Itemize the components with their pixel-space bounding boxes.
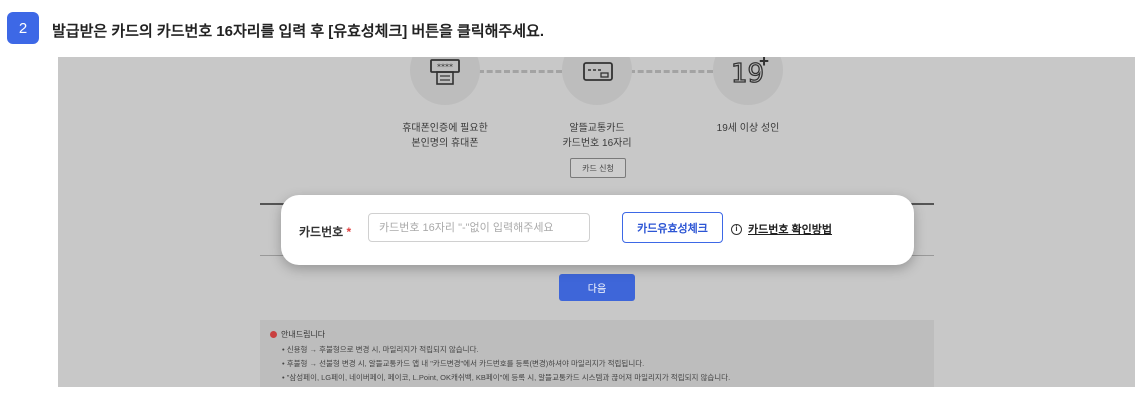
notice-box: 안내드립니다 • 신용형 → 후불형으로 변경 시, 마일리지가 적립되지 않습… — [260, 320, 934, 387]
phone-keypad-icon: **** — [410, 57, 480, 105]
svg-text:+: + — [759, 57, 769, 68]
notice-line: • 신용형 → 후불형으로 변경 시, 마일리지가 적립되지 않습니다. — [282, 345, 479, 354]
card-apply-button[interactable]: 카드 신청 — [570, 158, 626, 178]
notice-line: • 후불형 → 선불형 변경 시, 알뜰교통카드 앱 내 "카드변경"에서 카드… — [282, 359, 645, 368]
help-link-label: 카드번호 확인방법 — [748, 224, 833, 236]
credit-card-icon — [562, 57, 632, 105]
warning-icon — [270, 331, 277, 338]
next-button[interactable]: 다음 — [559, 274, 635, 301]
card-validity-check-button[interactable]: 카드유효성체크 — [622, 212, 723, 243]
requirement-card-caption: 알뜰교통카드 카드번호 16자리 — [562, 123, 632, 149]
card-number-help-link[interactable]: i 카드번호 확인방법 — [731, 221, 832, 237]
connector-dash — [478, 70, 562, 73]
card-number-form-highlight: 카드번호 * 카드유효성체크 i 카드번호 확인방법 — [281, 195, 914, 265]
connector-dash — [629, 70, 713, 73]
info-icon: i — [731, 223, 742, 235]
requirement-phone-caption: 휴대폰인증에 필요한 본인명의 휴대폰 — [402, 123, 488, 149]
card-number-input[interactable] — [368, 213, 590, 242]
card-number-label: 카드번호 * — [299, 225, 352, 239]
notice-title: 안내드립니다 — [270, 329, 325, 340]
svg-text:****: **** — [437, 63, 453, 72]
requirement-age-caption: 19세 이상 성인 — [716, 123, 780, 134]
notice-line: • "삼성페이, LG페이, 네이버페이, 페이코, L.Point, OK캐쉬… — [282, 373, 731, 382]
step-number-badge: 2 — [7, 12, 39, 44]
step-instruction: 발급받은 카드의 카드번호 16자리를 입력 후 [유효성체크] 버튼을 클릭해… — [52, 23, 544, 40]
age-19-plus-icon: 19 + — [713, 57, 783, 105]
required-mark: * — [346, 225, 352, 239]
